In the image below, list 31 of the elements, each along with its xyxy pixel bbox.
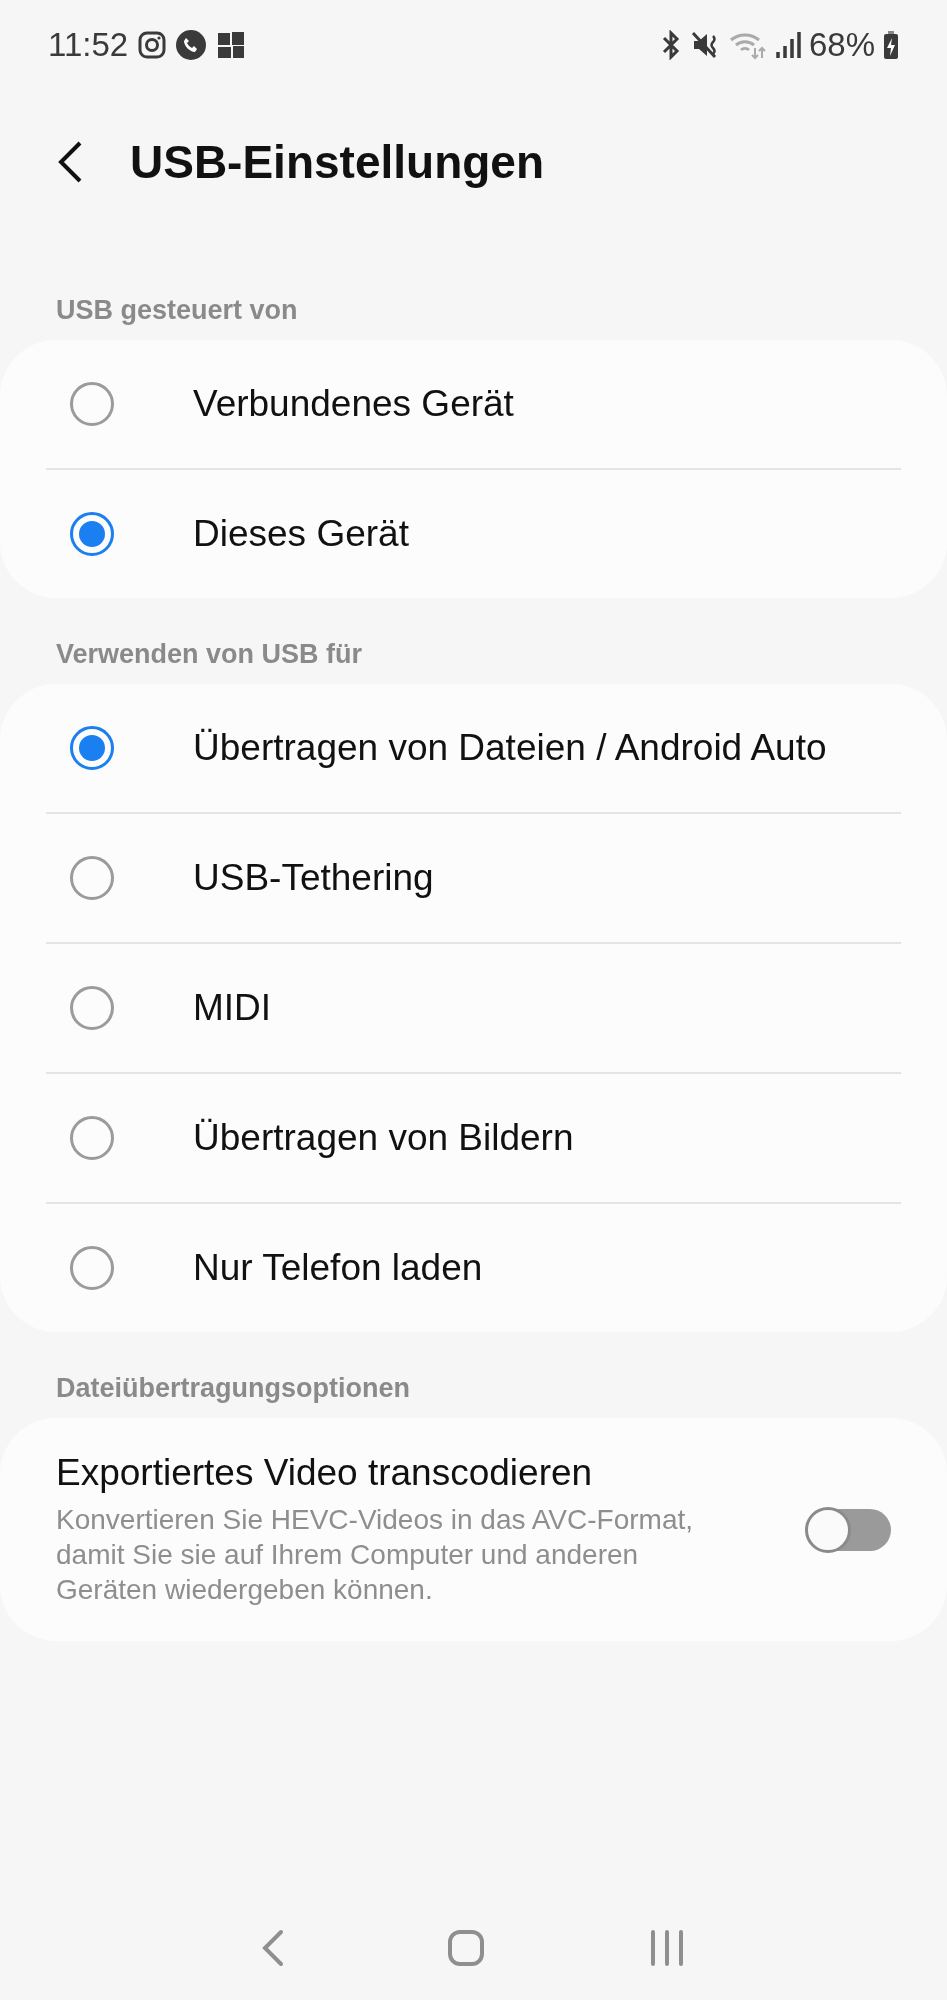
section-header: USB gesteuert von: [55, 294, 299, 327]
option-label: Nur Telefon laden: [193, 1247, 483, 1289]
back-button[interactable]: [56, 140, 84, 184]
setting-title: Exportiertes Video transcodieren: [56, 1452, 594, 1494]
radio-button[interactable]: [70, 512, 114, 556]
radio-button[interactable]: [70, 856, 114, 900]
clock-time: 11:52: [48, 26, 129, 64]
recent-apps-button[interactable]: [649, 1929, 686, 1967]
option-label: Verbundenes Gerät: [193, 383, 514, 425]
battery-percent: 68%: [808, 26, 875, 64]
home-button[interactable]: [447, 1929, 486, 1967]
battery-icon: [883, 30, 899, 60]
section-header: Dateiübertragungsoptionen: [55, 1372, 411, 1405]
radio-button[interactable]: [70, 1246, 114, 1290]
option-label: Übertragen von Bildern: [193, 1117, 574, 1159]
radio-button[interactable]: [70, 726, 114, 770]
radio-button[interactable]: [70, 986, 114, 1030]
option-label: Übertragen von Dateien / Android Auto: [193, 727, 827, 769]
page-title: USB-Einstellungen: [130, 135, 545, 189]
section-header: Verwenden von USB für: [55, 638, 364, 671]
option-label: Dieses Gerät: [193, 513, 409, 555]
grid-icon: [216, 30, 247, 60]
instagram-icon: [138, 31, 167, 59]
option-label: MIDI: [193, 987, 272, 1029]
signal-icon: [774, 30, 801, 60]
phone-icon: [176, 30, 207, 60]
radio-button[interactable]: [70, 382, 114, 426]
setting-description: Konvertieren Sie HEVC-Videos in das AVC-Format, damit Sie sie auf Ihrem Computer und anderen Geräten wiedergeben können.: [56, 1503, 694, 1607]
option-label: USB-Tethering: [193, 857, 434, 899]
toggle-switch[interactable]: [807, 1508, 891, 1551]
radio-button[interactable]: [70, 1116, 114, 1160]
